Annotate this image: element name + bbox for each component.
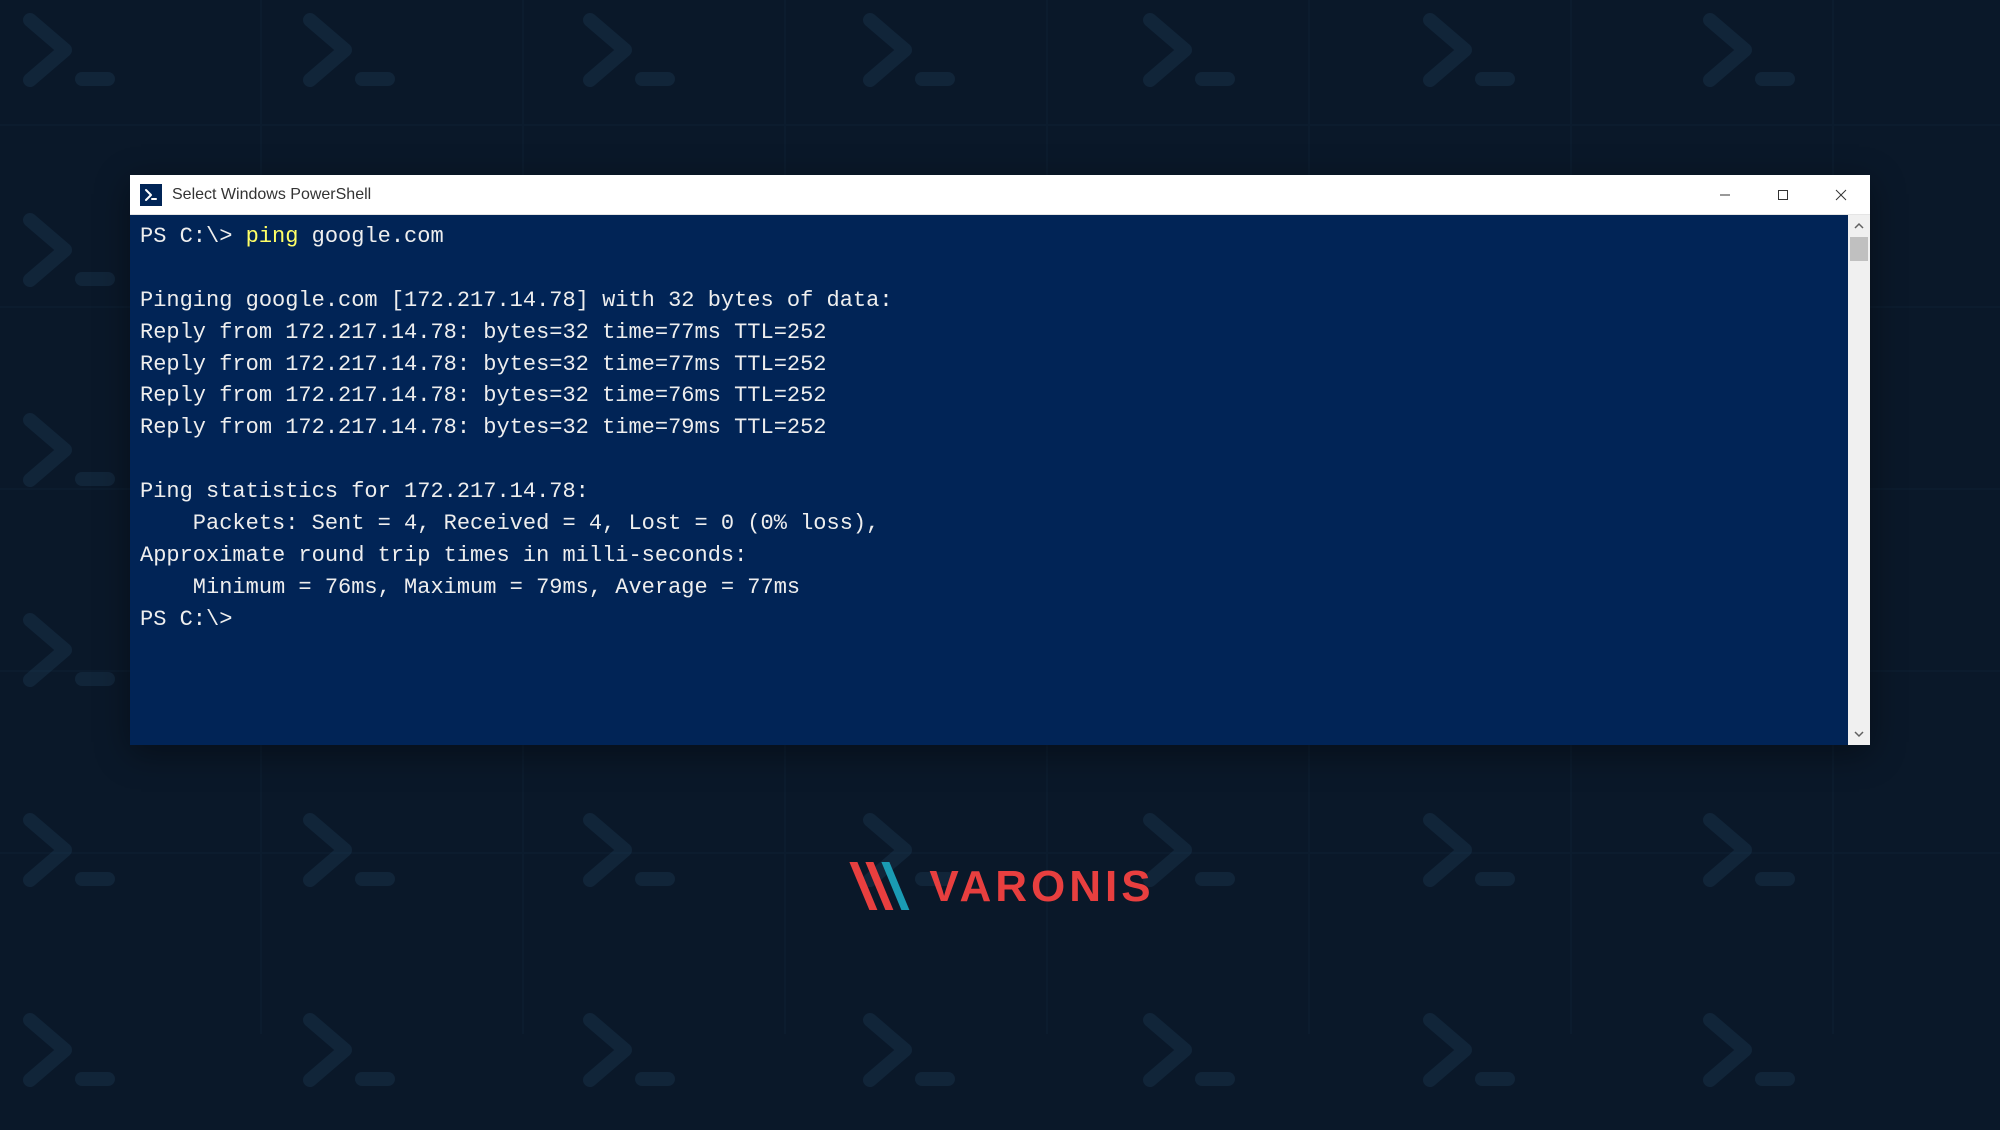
output-line: Reply from 172.217.14.78: bytes=32 time=… xyxy=(140,320,827,345)
varonis-logo-mark-icon xyxy=(845,860,915,914)
scroll-up-arrow-icon[interactable] xyxy=(1848,215,1870,237)
prompt-line: PS C:\> xyxy=(140,607,232,632)
command-name: ping xyxy=(246,224,299,249)
minimize-button[interactable] xyxy=(1696,175,1754,214)
output-line: Reply from 172.217.14.78: bytes=32 time=… xyxy=(140,415,827,440)
maximize-button[interactable] xyxy=(1754,175,1812,214)
terminal-output[interactable]: PS C:\> ping google.com Pinging google.c… xyxy=(130,215,1848,745)
output-line: Pinging google.com [172.217.14.78] with … xyxy=(140,288,893,313)
output-line: Approximate round trip times in milli-se… xyxy=(140,543,747,568)
close-button[interactable] xyxy=(1812,175,1870,214)
output-line: Packets: Sent = 4, Received = 4, Lost = … xyxy=(140,511,879,536)
output-line: Reply from 172.217.14.78: bytes=32 time=… xyxy=(140,383,827,408)
terminal-wrap: PS C:\> ping google.com Pinging google.c… xyxy=(130,215,1870,745)
varonis-logo: VARONIS xyxy=(845,860,1154,914)
output-line: Reply from 172.217.14.78: bytes=32 time=… xyxy=(140,352,827,377)
command-args: google.com xyxy=(298,224,443,249)
window-titlebar[interactable]: Select Windows PowerShell xyxy=(130,175,1870,215)
scroll-thumb[interactable] xyxy=(1850,237,1868,261)
powershell-window: Select Windows PowerShell PS C:\> ping g… xyxy=(130,175,1870,745)
output-line: Ping statistics for 172.217.14.78: xyxy=(140,479,589,504)
varonis-logo-text: VARONIS xyxy=(929,862,1154,912)
prompt-prefix: PS C:\> xyxy=(140,224,246,249)
window-title: Select Windows PowerShell xyxy=(172,186,1696,204)
powershell-icon xyxy=(140,184,162,206)
window-controls xyxy=(1696,175,1870,214)
output-line: Minimum = 76ms, Maximum = 79ms, Average … xyxy=(140,575,800,600)
scroll-down-arrow-icon[interactable] xyxy=(1848,723,1870,745)
vertical-scrollbar[interactable] xyxy=(1848,215,1870,745)
